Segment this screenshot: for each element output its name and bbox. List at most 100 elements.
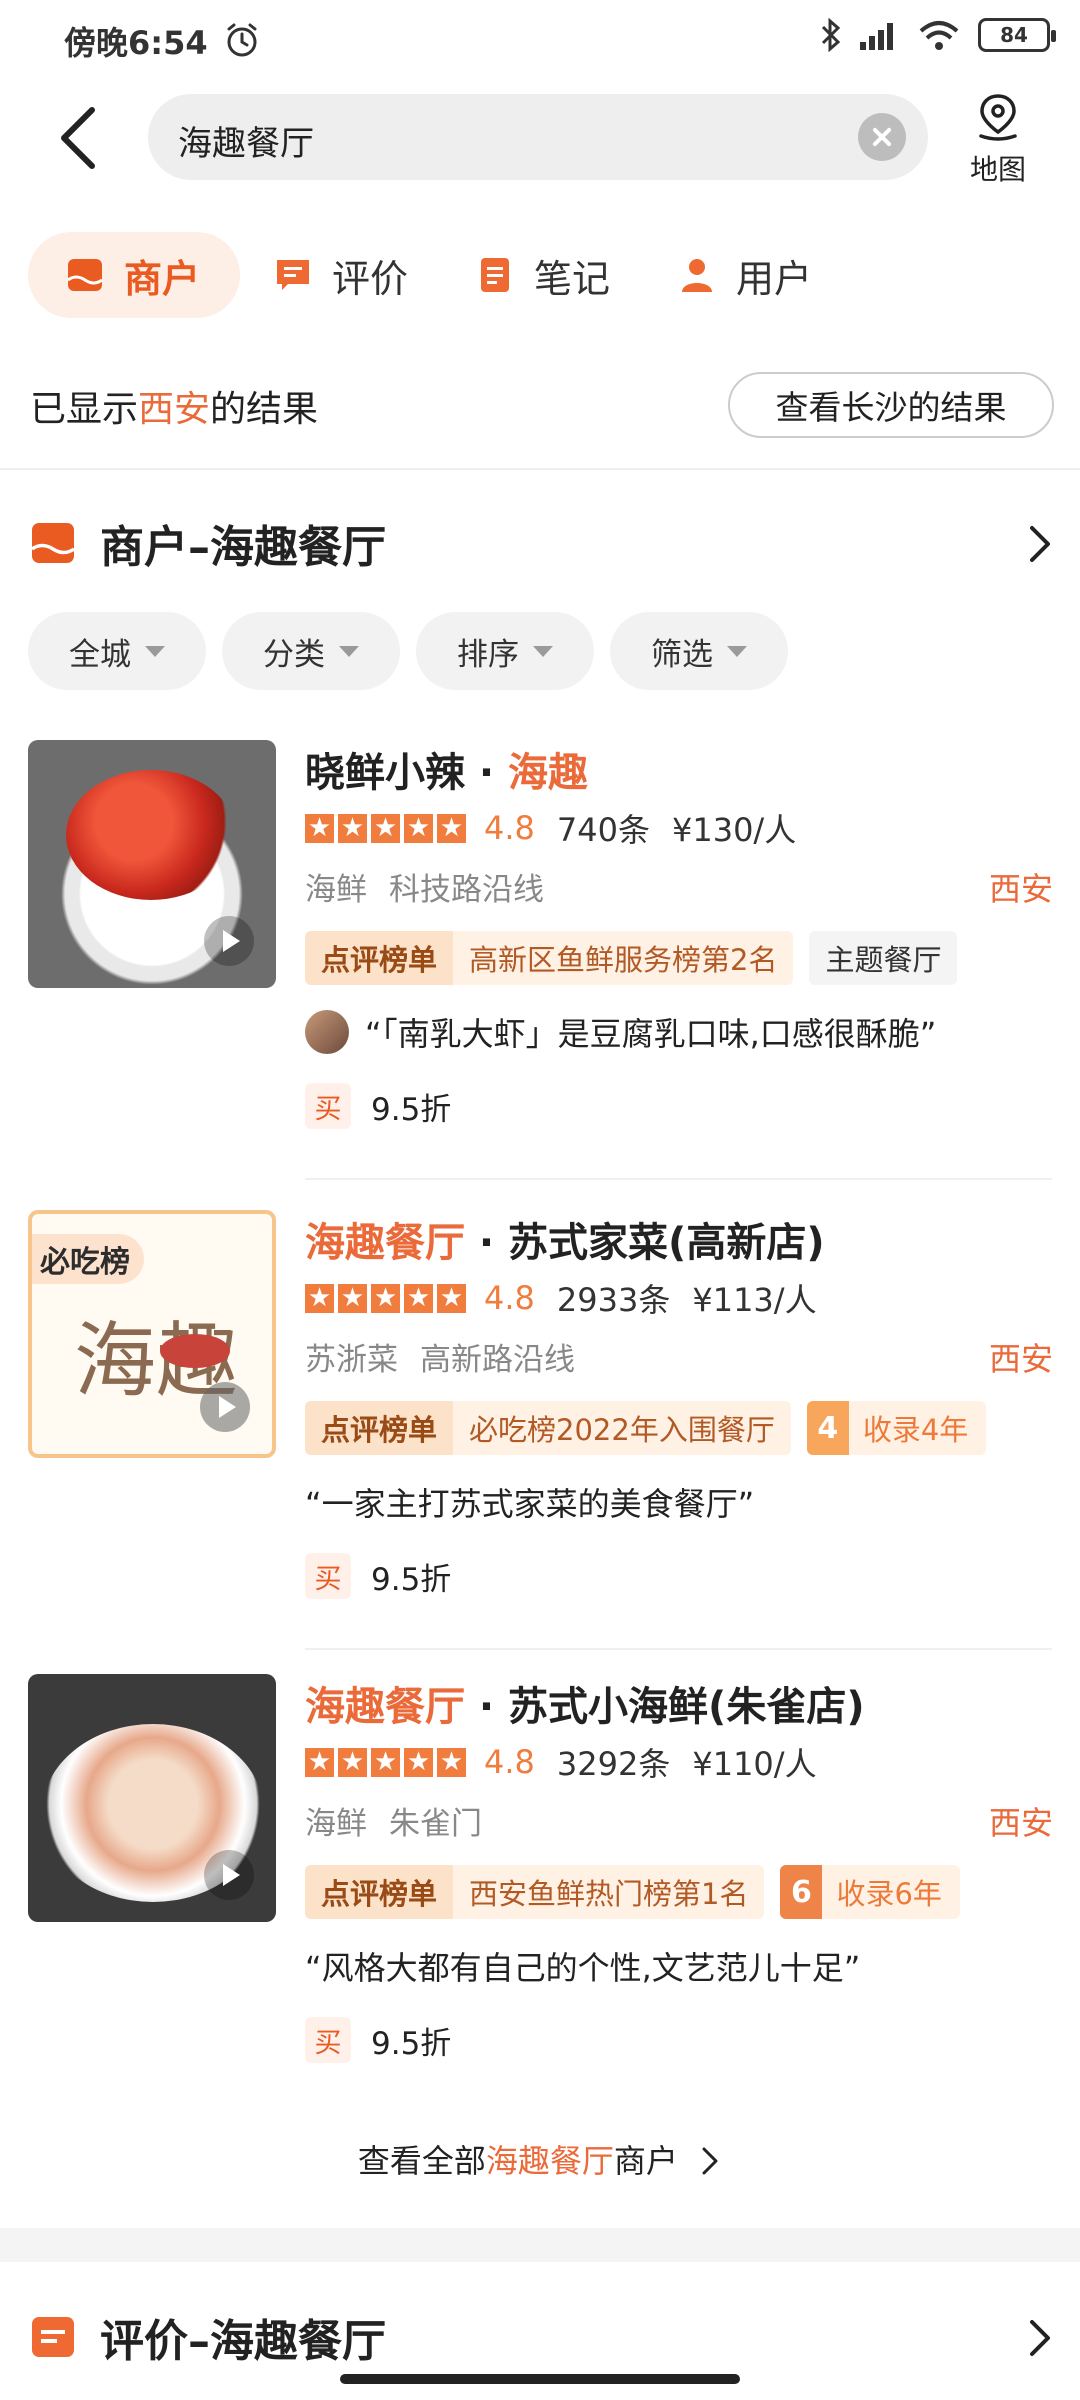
ranking-text: 必吃榜2022年入围餐厅 [453, 1401, 791, 1455]
result-thumbnail[interactable] [28, 1674, 276, 1922]
deal-row[interactable]: 买 9.5折 [305, 1548, 1053, 1604]
star-rating [305, 1745, 466, 1779]
filter-label: 全城 [69, 636, 131, 673]
other-city-button[interactable]: 查看长沙的结果 [728, 372, 1054, 438]
badge-row: 点评榜单 必吃榜2022年入围餐厅 4 收录4年 [305, 1400, 1053, 1456]
review-count: 3292条 [556, 1745, 671, 1783]
result-thumbnail[interactable] [28, 740, 276, 988]
search-tabs: 商户 评价 笔记 用户 [28, 232, 846, 318]
battery-indicator: 84 [978, 18, 1056, 52]
section-separator [0, 2228, 1080, 2262]
search-input[interactable]: 海趣餐厅 [148, 94, 928, 180]
filter-sort[interactable]: 排序 [416, 612, 594, 690]
must-eat-badge: 必吃榜 [32, 1234, 144, 1284]
tab-label: 商户 [124, 256, 201, 301]
deal-text: 9.5折 [371, 2025, 452, 2062]
tab-reviews[interactable]: 评价 [240, 232, 442, 318]
meta-row: 海鲜 科技路沿线 西安 [305, 864, 1053, 912]
star-icon [404, 1745, 433, 1779]
see-all-keyword: 海趣餐厅 [485, 2142, 614, 2180]
wifi-icon [919, 21, 959, 50]
ranking-text: 西安鱼鲜热门榜第1名 [453, 1865, 765, 1919]
title-text: 晓鲜小辣 · [305, 750, 509, 796]
result-title[interactable]: 海趣餐厅 · 苏式小海鲜(朱雀店) [305, 1674, 1053, 1730]
city-note-prefix: 已显示 [30, 389, 139, 430]
home-indicator[interactable] [340, 2374, 740, 2384]
city-note-suffix: 的结果 [210, 389, 319, 430]
back-button[interactable] [50, 98, 110, 178]
map-pin-icon [979, 94, 1017, 141]
deal-row[interactable]: 买 9.5折 [305, 1078, 1053, 1134]
area-tag: 高新路沿线 [420, 1342, 575, 1378]
result-title[interactable]: 海趣餐厅 · 苏式家菜(高新店) [305, 1210, 1053, 1266]
result-card[interactable]: 海趣餐厅 · 苏式小海鲜(朱雀店) 4.8 3292条 ¥110/人 海鲜朱雀门… [28, 1674, 1053, 2114]
area-tag: 科技路沿线 [389, 872, 544, 908]
cuisine-tag: 海鲜 [305, 872, 367, 908]
review-quote: “「南乳大虾」是豆腐乳口味,口感很酥脆” [365, 1015, 937, 1053]
star-icon [305, 1281, 334, 1315]
user-icon [682, 259, 713, 292]
result-title[interactable]: 晓鲜小辣 · 海趣 [305, 740, 1053, 796]
search-query[interactable]: 海趣餐厅 [178, 116, 314, 165]
store-icon [67, 259, 103, 291]
star-rating [305, 811, 466, 845]
map-button[interactable]: 地图 [958, 92, 1038, 192]
star-icon [305, 1745, 334, 1779]
status-indicators: 84 [820, 18, 1056, 52]
chevron-right-icon [702, 2147, 718, 2175]
years-text: 收录4年 [862, 1413, 969, 1447]
rating-score: 4.8 [484, 809, 535, 847]
chevron-right-icon [1030, 526, 1050, 562]
play-icon[interactable] [204, 916, 254, 966]
star-icon [371, 1745, 400, 1779]
rating-score: 4.8 [484, 1743, 535, 1781]
price-per-person: ¥110/人 [692, 1745, 817, 1783]
filter-screen[interactable]: 筛选 [610, 612, 788, 690]
star-icon [404, 1281, 433, 1315]
section-title: 评价–海趣餐厅 [100, 2316, 386, 2367]
see-all-merchants-link[interactable]: 查看全部海趣餐厅商户 [0, 2136, 1080, 2182]
star-icon [338, 1281, 367, 1315]
battery-level: 84 [1000, 23, 1028, 47]
divider [0, 468, 1080, 470]
alarm-icon [227, 23, 257, 57]
filter-category[interactable]: 分类 [222, 612, 400, 690]
ranking-brand: 点评榜单 [305, 1865, 454, 1919]
city-tag: 西安 [988, 1340, 1053, 1378]
merchant-section-header[interactable]: 商户–海趣餐厅 [30, 508, 1060, 578]
tab-notes[interactable]: 笔记 [442, 232, 644, 318]
review-icon [32, 2317, 74, 2357]
ranking-badge[interactable]: 点评榜单 西安鱼鲜热门榜第1名 [305, 1865, 765, 1919]
result-card[interactable]: 必吃榜 海趣 海趣餐厅 · 苏式家菜(高新店) 4.8 2933条 ¥113/人… [28, 1210, 1053, 1650]
star-icon [305, 811, 334, 845]
result-card[interactable]: 晓鲜小辣 · 海趣 4.8 740条 ¥130/人 海鲜科技路沿线 西安 点评榜… [28, 740, 1053, 1180]
note-icon [481, 258, 510, 292]
star-icon [371, 811, 400, 845]
star-icon [437, 1745, 466, 1779]
price-per-person: ¥113/人 [692, 1281, 817, 1319]
title-rest: · 苏式小海鲜(朱雀店) [465, 1684, 865, 1730]
meta-row: 苏浙菜 高新路沿线 西安 [305, 1334, 1053, 1382]
city-tag: 西安 [988, 870, 1053, 908]
filter-label: 排序 [457, 636, 519, 673]
review-count: 2933条 [556, 1281, 671, 1319]
result-thumbnail[interactable]: 必吃榜 海趣 [28, 1210, 276, 1458]
title-highlight: 海趣餐厅 [305, 1220, 465, 1266]
play-icon[interactable] [200, 1382, 250, 1432]
star-icon [371, 1281, 400, 1315]
quote-row: “风格大都有自己的个性,文艺范儿十足” [305, 1942, 1053, 1990]
tab-users[interactable]: 用户 [644, 232, 846, 318]
signal-icon [860, 23, 893, 50]
deal-tag: 买 [305, 1553, 351, 1599]
review-section-header[interactable]: 评价–海趣餐厅 [30, 2302, 1060, 2372]
ranking-badge[interactable]: 点评榜单 必吃榜2022年入围餐厅 [305, 1401, 791, 1455]
tab-merchants[interactable]: 商户 [28, 232, 241, 318]
deal-row[interactable]: 买 9.5折 [305, 2012, 1053, 2068]
filter-area[interactable]: 全城 [28, 612, 206, 690]
star-icon [404, 811, 433, 845]
ranking-badge[interactable]: 点评榜单 高新区鱼鲜服务榜第2名 [305, 931, 794, 985]
clear-search-button[interactable] [858, 113, 906, 161]
food-image [66, 770, 236, 900]
play-icon[interactable] [204, 1850, 254, 1900]
deal-tag: 买 [305, 2017, 351, 2063]
